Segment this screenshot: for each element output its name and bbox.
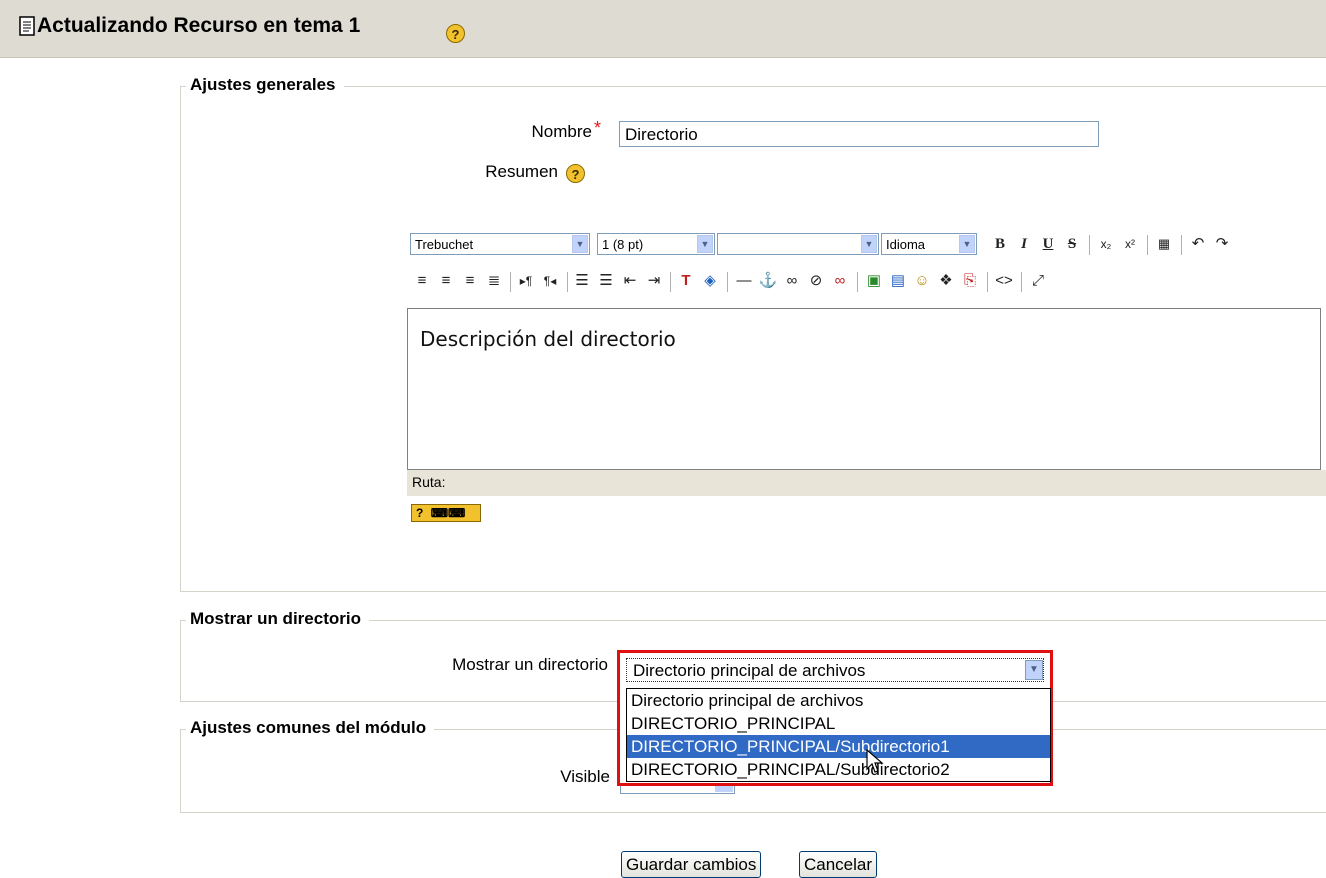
keyboard-icon: ⌨⌨: [430, 506, 466, 520]
image-icon[interactable]: ▣: [863, 270, 885, 292]
toolbar-separator: [857, 272, 858, 292]
toolbar-separator: [1181, 235, 1182, 255]
strikethrough-icon[interactable]: S: [1061, 233, 1083, 255]
chevron-down-icon[interactable]: ▼: [697, 235, 713, 253]
html-source-icon[interactable]: <>: [993, 270, 1015, 292]
ordered-list-icon[interactable]: ☰: [571, 270, 593, 292]
underline-icon[interactable]: U: [1037, 233, 1059, 255]
visible-label: Visible: [560, 767, 610, 786]
redo-icon[interactable]: ↷: [1211, 233, 1233, 255]
save-button[interactable]: Guardar cambios: [621, 851, 762, 878]
keyboard-help-label: ?: [416, 506, 424, 520]
unordered-list-icon[interactable]: ☰: [595, 270, 617, 292]
directory-option[interactable]: DIRECTORIO_PRINCIPAL: [627, 712, 1050, 735]
subscript-icon[interactable]: x₂: [1095, 233, 1117, 255]
toolbar-separator: [1089, 235, 1090, 255]
toolbar-separator: [1147, 235, 1148, 255]
editor-path-bar: Ruta:: [407, 470, 1326, 496]
table-icon[interactable]: ▤: [887, 270, 909, 292]
font-select-value: Trebuchet: [415, 237, 474, 252]
superscript-icon[interactable]: x²: [1119, 233, 1141, 255]
outdent-icon[interactable]: ⇤: [619, 270, 641, 292]
toolbar-separator: [510, 272, 511, 292]
document-icon: [19, 16, 35, 36]
directory-select[interactable]: Directorio principal de archivos ▼: [626, 658, 1044, 682]
ltr-icon[interactable]: ▸¶: [515, 270, 537, 292]
mouse-cursor-icon: [866, 749, 884, 773]
link-icon[interactable]: ∞: [781, 270, 803, 292]
align-right-icon[interactable]: ≡: [459, 270, 481, 292]
name-label: Nombre: [531, 122, 592, 141]
size-select-value: 1 (8 pt): [602, 237, 644, 252]
horizontal-rule-icon[interactable]: —: [733, 270, 755, 292]
html-editor: Trebuchet ▼ 1 (8 pt) ▼ ▼ Idioma ▼ B I U …: [407, 230, 1326, 522]
fullscreen-icon[interactable]: ⤢: [1027, 270, 1049, 292]
language-select[interactable]: Idioma ▼: [881, 233, 977, 255]
toolbar-separator: [1021, 272, 1022, 292]
italic-icon[interactable]: I: [1013, 233, 1035, 255]
path-label: Ruta:: [412, 474, 446, 490]
unlink-icon[interactable]: ⊘: [805, 270, 827, 292]
editor-toolbar-row2: ≡ ≡ ≡ ≣ ▸¶ ¶◂ ☰ ☰ ⇤ ⇥ T ◈ — ⚓ ∞ ⊘ ∞ ▣ ▤ …: [407, 264, 1326, 300]
directory-options-list: Directorio principal de archivos DIRECTO…: [626, 688, 1051, 782]
chevron-down-icon[interactable]: ▼: [572, 235, 588, 253]
clean-word-icon[interactable]: ▦: [1153, 233, 1175, 255]
directory-dropdown-highlight: Directorio principal de archivos ▼ Direc…: [617, 650, 1053, 786]
directory-option[interactable]: Directorio principal de archivos: [627, 689, 1050, 712]
editor-content-area[interactable]: Descripción del directorio: [407, 308, 1321, 470]
chevron-down-icon[interactable]: ▼: [959, 235, 975, 253]
directory-option[interactable]: DIRECTORIO_PRINCIPAL/Subdirectorio2: [627, 758, 1050, 781]
editor-toolbar-row1: Trebuchet ▼ 1 (8 pt) ▼ ▼ Idioma ▼ B I U …: [407, 230, 1326, 266]
background-color-icon[interactable]: ◈: [699, 270, 721, 292]
chevron-down-icon[interactable]: ▼: [861, 235, 877, 253]
page-title: Actualizando Recurso en tema 1: [37, 14, 361, 37]
justify-icon[interactable]: ≣: [483, 270, 505, 292]
align-left-icon[interactable]: ≡: [411, 270, 433, 292]
size-select[interactable]: 1 (8 pt) ▼: [597, 233, 715, 255]
bold-icon[interactable]: B: [989, 233, 1011, 255]
help-icon[interactable]: ?: [446, 24, 465, 43]
search-replace-icon[interactable]: ⎘: [959, 270, 981, 292]
toolbar-separator: [987, 272, 988, 292]
toolbar-separator: [727, 272, 728, 292]
toolbar-separator: [567, 272, 568, 292]
language-select-value: Idioma: [886, 237, 926, 252]
editor-content[interactable]: Descripción del directorio: [420, 327, 676, 351]
required-marker: *: [594, 118, 602, 138]
directory-option-selected[interactable]: DIRECTORIO_PRINCIPAL/Subdirectorio1: [627, 735, 1050, 758]
directory-label: Mostrar un directorio: [452, 655, 608, 674]
summary-label: Resumen: [485, 162, 558, 181]
rtl-icon[interactable]: ¶◂: [539, 270, 561, 292]
cancel-button[interactable]: Cancelar: [799, 851, 878, 878]
name-input[interactable]: Directorio: [619, 121, 1099, 147]
font-select[interactable]: Trebuchet ▼: [410, 233, 590, 255]
format-select[interactable]: ▼: [717, 233, 879, 255]
keyboard-help-button[interactable]: ? ⌨⌨: [411, 504, 481, 522]
smiley-icon[interactable]: ☺: [911, 270, 933, 292]
page-header: Actualizando Recurso en tema 1 ?: [0, 0, 1326, 58]
special-char-icon[interactable]: ❖: [935, 270, 957, 292]
nolink-icon[interactable]: ∞: [829, 270, 851, 292]
toolbar-separator: [670, 272, 671, 292]
anchor-icon[interactable]: ⚓: [757, 270, 779, 292]
undo-icon[interactable]: ↶: [1187, 233, 1209, 255]
chevron-down-icon[interactable]: ▼: [1025, 660, 1043, 680]
directory-select-value: Directorio principal de archivos: [633, 661, 866, 680]
general-settings-legend: Ajustes generales: [186, 75, 344, 95]
align-center-icon[interactable]: ≡: [435, 270, 457, 292]
summary-help-icon[interactable]: ?: [566, 164, 585, 183]
text-color-icon[interactable]: T: [675, 270, 697, 292]
common-settings-legend: Ajustes comunes del módulo: [186, 718, 435, 738]
indent-icon[interactable]: ⇥: [643, 270, 665, 292]
directory-legend: Mostrar un directorio: [186, 609, 369, 629]
